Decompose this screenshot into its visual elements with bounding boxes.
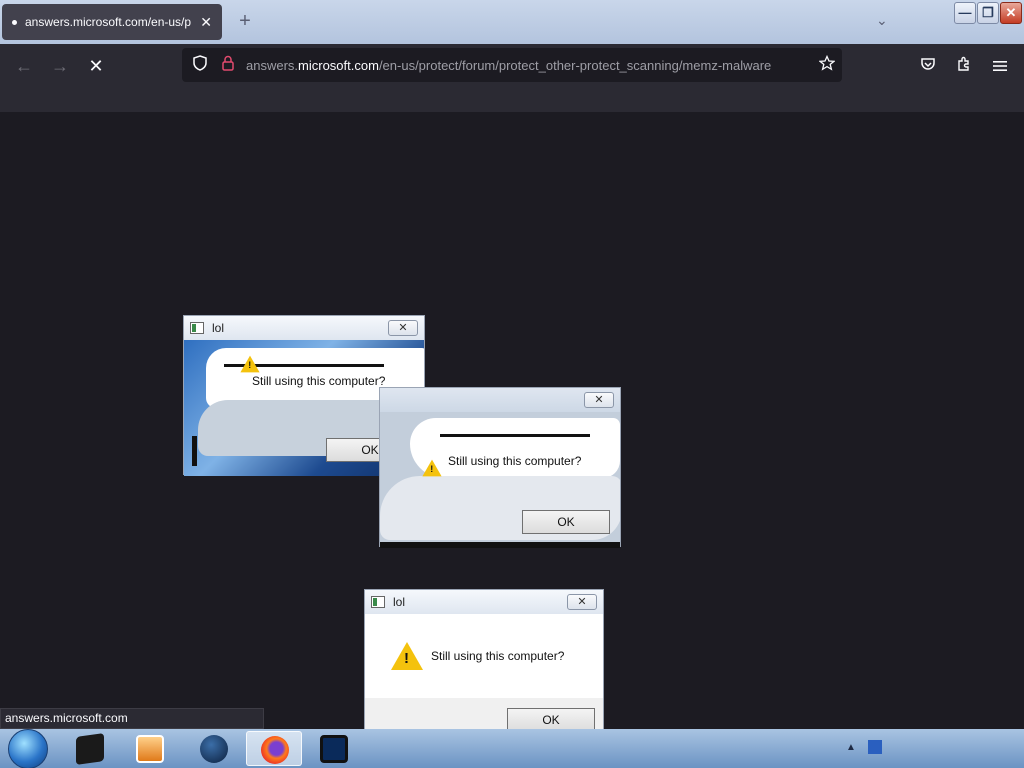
message-dialog-2: ✕ ! Still using this computer? OK (379, 387, 621, 548)
warning-icon: ! (391, 642, 423, 670)
ok-button[interactable]: OK (522, 510, 610, 534)
glitch-artifact (440, 434, 590, 437)
dialog-titlebar: lol ✕ (184, 316, 424, 340)
message-dialog-3: lol ✕ ! Still using this computer? OK (364, 589, 604, 749)
dialog-title: lol (393, 595, 406, 609)
show-hidden-icons-arrow[interactable]: ▲ (846, 742, 856, 753)
tab-title: answers.microsoft.com/en-us/p (25, 15, 192, 29)
app-icon (371, 596, 385, 608)
menu-icon[interactable] (988, 54, 1012, 78)
glitch-artifact (380, 542, 620, 548)
dialog-titlebar: ✕ (380, 388, 620, 412)
dialog-message: Still using this computer? (448, 454, 582, 468)
pocket-icon[interactable] (916, 54, 940, 78)
navigation-toolbar: ← → ✕ answers.microsoft.com/en-us/protec… (0, 44, 1024, 112)
glitch-artifact (192, 436, 197, 466)
warning-icon: ! (422, 459, 442, 477)
address-bar[interactable]: answers.microsoft.com/en-us/protect/foru… (182, 48, 842, 82)
taskbar-item-media-player[interactable] (122, 731, 178, 766)
app-icon (190, 322, 204, 334)
tablet-app-icon (320, 735, 348, 763)
media-player-icon (136, 735, 164, 763)
stop-loading-icon[interactable]: ✕ (84, 54, 108, 78)
warning-icon: ! (240, 355, 260, 373)
dialog-body: ! Still using this computer? OK (380, 412, 620, 548)
window-close-button[interactable]: ✕ (1000, 2, 1022, 24)
taskbar-item-terminal[interactable] (62, 731, 118, 766)
globe-icon (200, 735, 228, 763)
network-tray-icon[interactable] (868, 740, 882, 754)
tab-active[interactable]: answers.microsoft.com/en-us/p ✕ (2, 4, 222, 40)
back-icon[interactable]: ← (12, 54, 36, 78)
lock-icon[interactable] (218, 55, 238, 75)
firefox-icon (261, 736, 289, 764)
start-button[interactable] (2, 729, 56, 768)
url-prefix: answers. (246, 57, 299, 73)
start-orb-icon (8, 729, 48, 768)
shield-icon[interactable] (190, 55, 210, 75)
dialog-titlebar: lol ✕ (365, 590, 603, 614)
loading-dot-icon (12, 19, 17, 25)
url-text[interactable]: answers.microsoft.com/en-us/protect/foru… (246, 58, 812, 73)
dialog-message: Still using this computer? (431, 649, 565, 663)
tab-close-icon[interactable]: ✕ (200, 14, 212, 31)
url-path: /en-us/protect/forum/protect_other-prote… (378, 57, 772, 73)
taskbar-item-browser-globe[interactable] (186, 731, 242, 766)
restore-button[interactable]: ❐ (977, 2, 999, 24)
dialog-message: Still using this computer? (252, 374, 386, 388)
taskbar-item-tablet-app[interactable] (306, 731, 362, 766)
dialog-close-icon[interactable]: ✕ (584, 392, 614, 408)
list-all-tabs-icon[interactable]: ⌄ (876, 12, 888, 29)
terminal-icon (76, 733, 104, 765)
dialog-body: ! Still using this computer? (365, 614, 603, 700)
forward-icon[interactable]: → (48, 54, 72, 78)
link-status-bar: answers.microsoft.com (0, 708, 264, 729)
dialog-close-icon[interactable]: ✕ (388, 320, 418, 336)
taskbar-item-firefox[interactable] (246, 731, 302, 766)
url-host: microsoft.com (298, 57, 379, 73)
tab-strip: answers.microsoft.com/en-us/p ✕ + ⌄ — ❐ … (0, 0, 1024, 44)
window-controls: — ❐ ✕ (954, 2, 1022, 24)
bookmark-star-icon[interactable] (812, 54, 842, 76)
dialog-title: lol (212, 321, 225, 335)
new-tab-button[interactable]: + (234, 10, 256, 32)
minimize-button[interactable]: — (954, 2, 976, 24)
extensions-icon[interactable] (952, 54, 976, 78)
dialog-close-icon[interactable]: ✕ (567, 594, 597, 610)
